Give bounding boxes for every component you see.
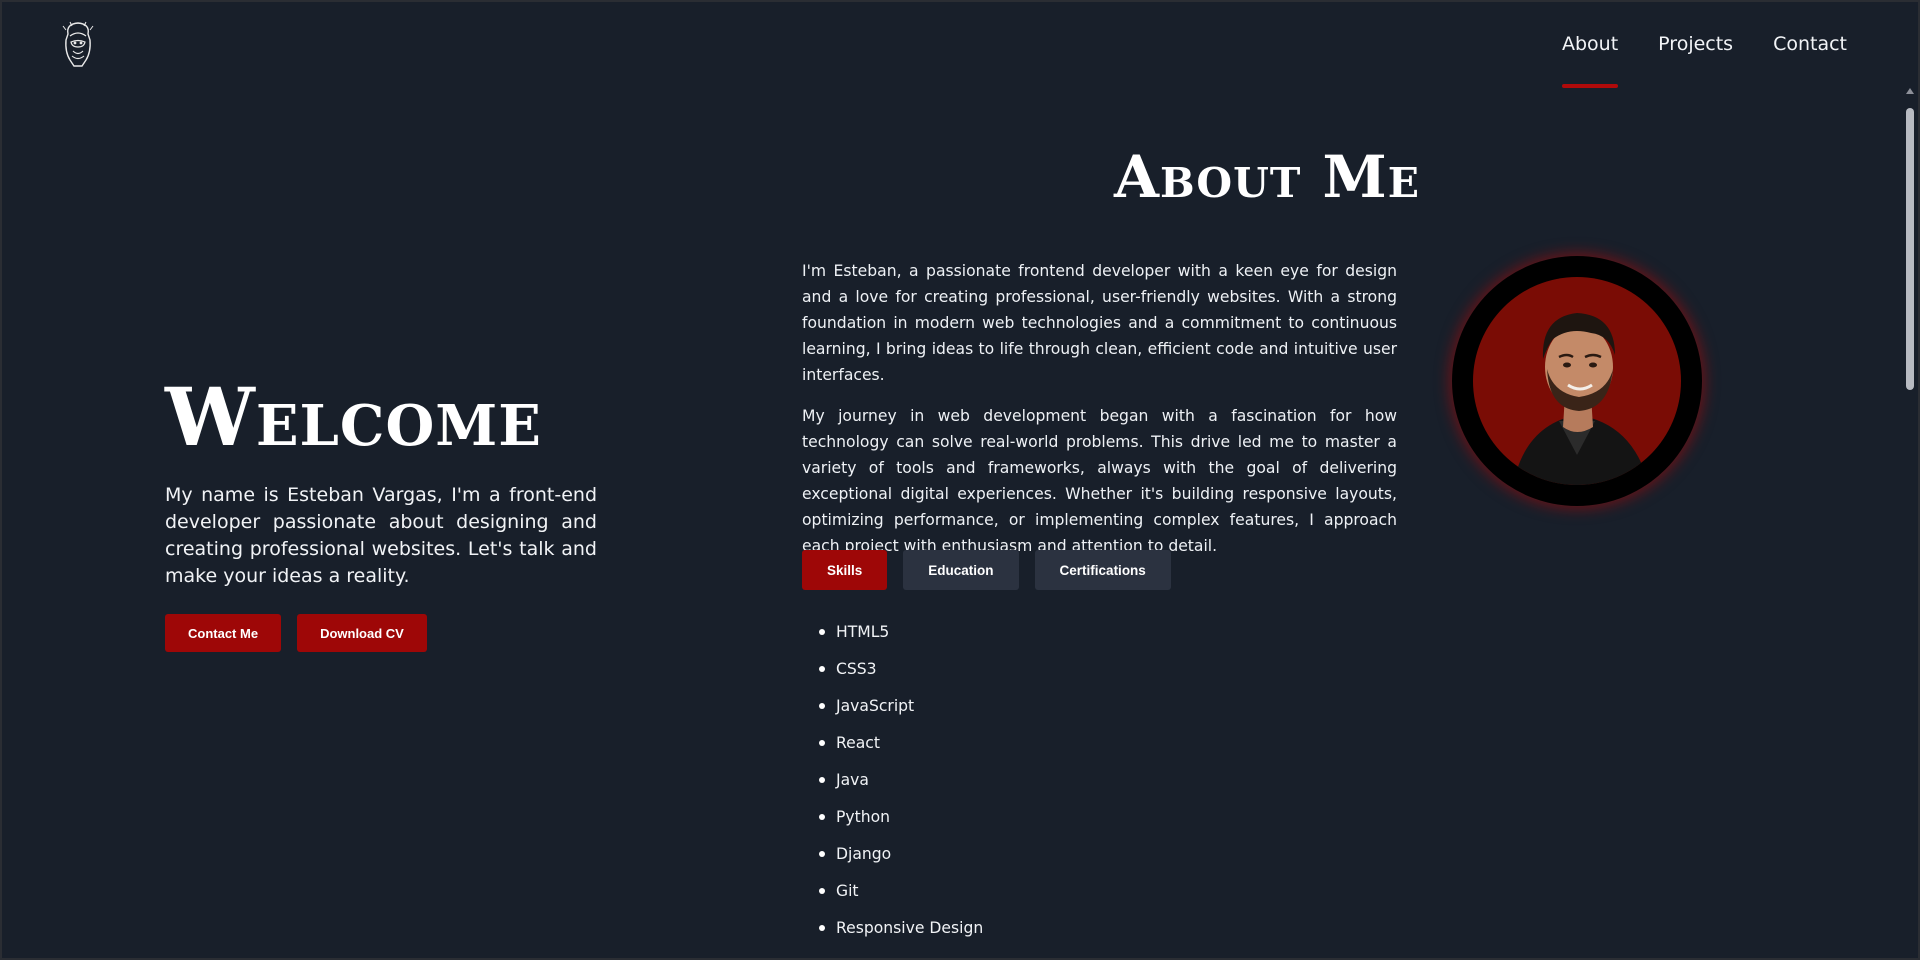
download-cv-button[interactable]: Download CV [297, 614, 427, 652]
nav-contact-link[interactable]: Contact [1773, 32, 1847, 56]
hero-section: Welcome My name is Esteban Vargas, I'm a… [165, 372, 597, 652]
helmet-logo-icon[interactable] [60, 20, 96, 68]
about-description: I'm Esteban, a passionate frontend devel… [802, 258, 1397, 559]
scrollbar-thumb[interactable] [1906, 108, 1914, 390]
nav-projects-link[interactable]: Projects [1658, 32, 1733, 56]
skills-list: HTML5 CSS3 JavaScript React Java Python … [818, 622, 983, 955]
skill-item: React [818, 733, 983, 770]
skill-item: Python [818, 807, 983, 844]
tab-education[interactable]: Education [903, 550, 1019, 590]
skill-item: Django [818, 844, 983, 881]
page-scrollbar[interactable] [1902, 84, 1918, 958]
skill-item: Git [818, 881, 983, 918]
about-paragraph-2: My journey in web development began with… [802, 407, 1397, 555]
tab-skills[interactable]: Skills [802, 550, 888, 590]
skill-item: CSS3 [818, 659, 983, 696]
contact-me-button[interactable]: Contact Me [165, 614, 282, 652]
skill-item: JavaScript [818, 696, 983, 733]
main-nav: About Projects Contact [1561, 32, 1847, 88]
about-tabs: Skills Education Certifications [802, 550, 1171, 590]
about-paragraph-1: I'm Esteban, a passionate frontend devel… [802, 262, 1397, 384]
about-title: About Me [1113, 143, 1421, 211]
hero-description: My name is Esteban Vargas, I'm a front-e… [165, 484, 597, 587]
nav-about-link[interactable]: About [1561, 32, 1619, 88]
skill-item: Responsive Design [818, 918, 983, 955]
profile-photo [1452, 256, 1702, 506]
hero-title: Welcome [165, 370, 542, 464]
portrait-figure [1513, 313, 1649, 485]
tab-certifications[interactable]: Certifications [1034, 550, 1171, 590]
profile-photo-background [1473, 277, 1681, 485]
skill-item: HTML5 [818, 622, 983, 659]
hero-buttons: Contact Me Download CV [165, 614, 597, 652]
browser-viewport: About Projects Contact Welcome My name i… [2, 2, 1918, 958]
skill-item: Java [818, 770, 983, 807]
scroll-up-arrow-icon[interactable] [1906, 88, 1914, 94]
